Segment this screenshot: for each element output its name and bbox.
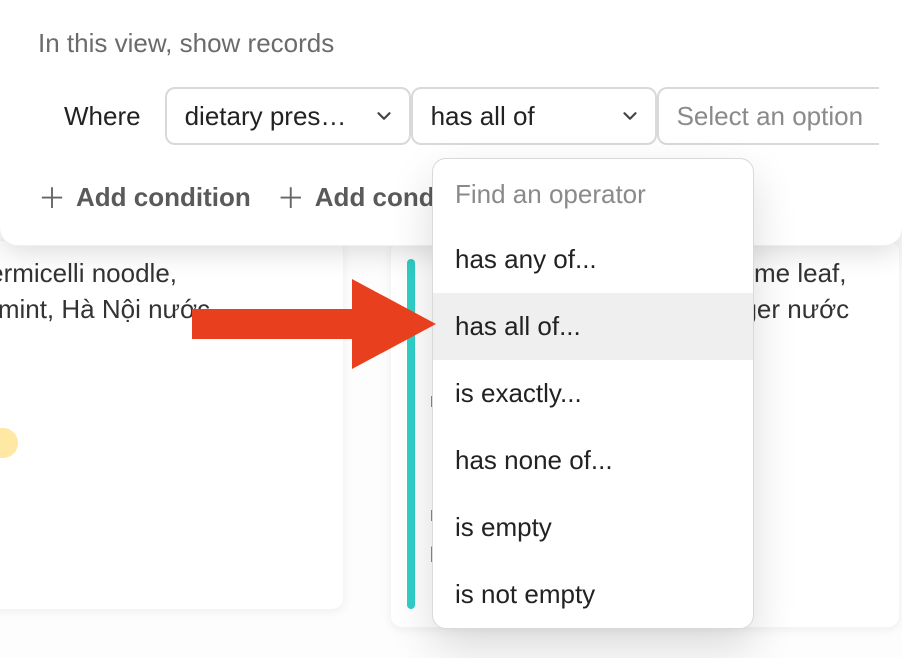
operator-search-placeholder: Find an operator	[455, 179, 646, 209]
field-selector-value: dietary pres…	[185, 101, 347, 132]
plus-icon: ＋	[277, 177, 305, 217]
add-condition-button[interactable]: ＋ Add condition	[38, 177, 251, 217]
add-condition-label: Add condition	[76, 182, 251, 213]
operator-option-has-all-of[interactable]: has all of...	[433, 293, 753, 360]
bg-text-fragment: a tô, mint, Hà Nội nước	[0, 292, 210, 327]
filter-condition-row: Where dietary pres… has all of Select an…	[38, 87, 902, 145]
operator-search-input[interactable]: Find an operator	[433, 159, 753, 226]
field-selector-dropdown[interactable]: dietary pres…	[165, 87, 411, 145]
filter-panel-title: In this view, show records	[38, 28, 902, 59]
conjunction-label: Where	[64, 101, 141, 132]
operator-option-label: has any of...	[455, 244, 597, 274]
operator-option-is-exactly[interactable]: is exactly...	[433, 360, 753, 427]
operator-option-is-not-empty[interactable]: is not empty	[433, 561, 753, 628]
operator-option-has-none-of[interactable]: has none of...	[433, 427, 753, 494]
bg-text-fragment: er, vermicelli noodle,	[0, 256, 177, 291]
operator-option-label: is not empty	[455, 579, 595, 609]
chevron-down-icon	[619, 105, 641, 127]
chevron-down-icon	[373, 105, 395, 127]
value-selector-dropdown[interactable]: Select an option	[657, 87, 879, 145]
operator-option-label: is empty	[455, 512, 552, 542]
operator-selector-dropdown[interactable]: has all of	[411, 87, 657, 145]
operator-option-is-empty[interactable]: is empty	[433, 494, 753, 561]
value-selector-placeholder: Select an option	[677, 101, 863, 132]
add-condition-group-button[interactable]: ＋ Add conditi	[277, 177, 458, 217]
operator-option-label: is exactly...	[455, 378, 582, 408]
operator-selector-value: has all of	[431, 101, 535, 132]
operator-option-has-any-of[interactable]: has any of...	[433, 226, 753, 293]
operator-popover: Find an operator has any of... has all o…	[432, 158, 754, 629]
operator-option-label: has none of...	[455, 445, 613, 475]
annotation-arrow-icon	[192, 279, 436, 369]
plus-icon: ＋	[38, 177, 66, 217]
operator-option-label: has all of...	[455, 311, 581, 341]
